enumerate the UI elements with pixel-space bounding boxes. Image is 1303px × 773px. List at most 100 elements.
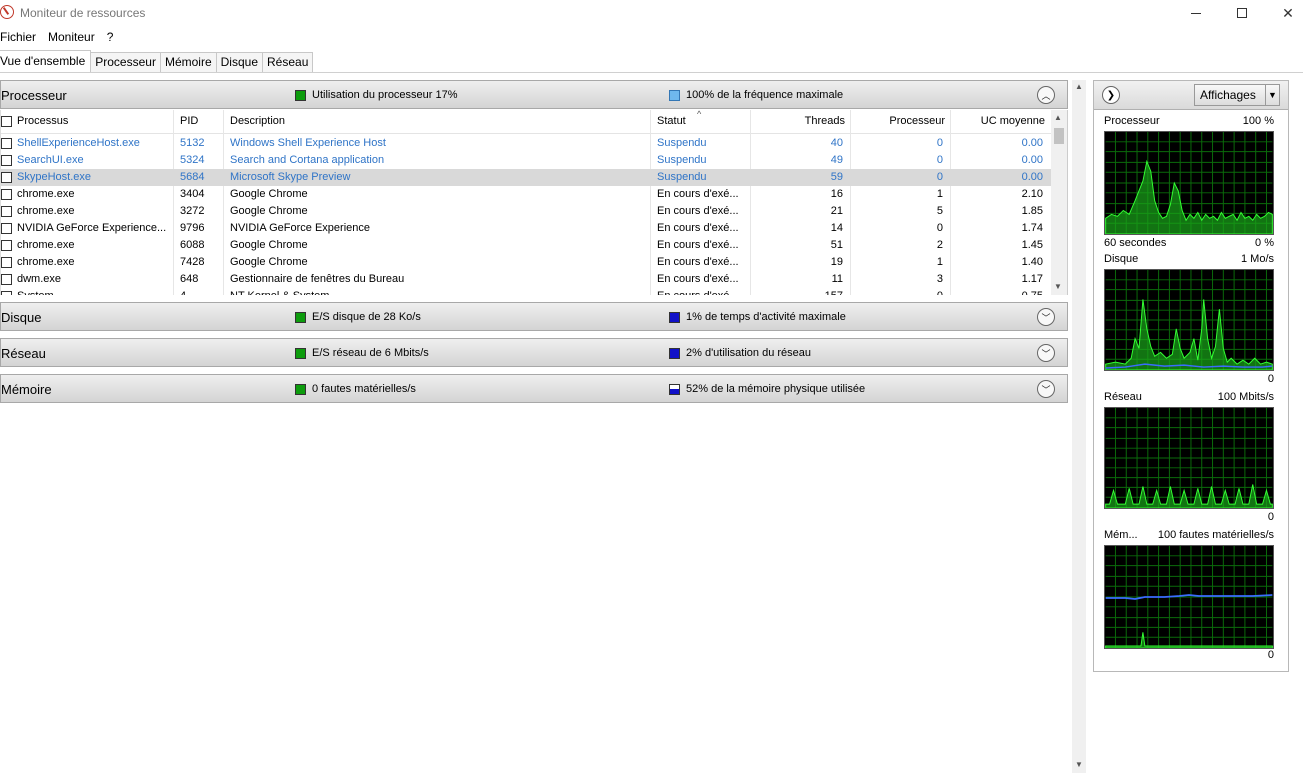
row-checkbox[interactable]: [1, 155, 12, 166]
cpu-graph-label: Processeur: [1104, 115, 1160, 127]
table-row[interactable]: chrome.exe 7428 Google Chrome En cours d'ex…: [1, 254, 1053, 271]
disk-graph-max: 1 Mo/s: [1240, 253, 1274, 265]
row-checkbox[interactable]: [1, 172, 12, 183]
row-checkbox[interactable]: [1, 223, 12, 234]
select-all-checkbox[interactable]: [1, 116, 12, 127]
scroll-up-icon[interactable]: ▲: [1054, 113, 1062, 122]
minimize-icon: [1191, 12, 1201, 14]
cell-threads: 21: [830, 205, 843, 217]
scrollbar-thumb[interactable]: [1054, 128, 1064, 144]
close-button[interactable]: ✕: [1265, 0, 1303, 26]
cpu-graph-max: 100 %: [1242, 115, 1274, 127]
close-icon: ✕: [1282, 4, 1294, 21]
cell-desc: Google Chrome: [230, 205, 308, 217]
tab-memory[interactable]: Mémoire: [160, 52, 217, 72]
table-row[interactable]: dwm.exe 648 Gestionnaire de fenêtres du Bu…: [1, 271, 1053, 288]
table-row[interactable]: SkypeHost.exe 5684 Microsoft Skype Preview…: [1, 169, 1053, 186]
tab-disk[interactable]: Disque: [216, 52, 263, 72]
cell-cpu: 0: [857, 290, 943, 295]
cell-name: chrome.exe: [17, 239, 75, 251]
overview-scrollbar[interactable]: ▲ ▼: [1072, 80, 1086, 773]
cell-name: dwm.exe: [17, 273, 62, 285]
menu-moniteur[interactable]: Moniteur: [48, 28, 101, 46]
disk-activity-indicator: 1% de temps d'activité maximale: [669, 311, 846, 323]
tab-divider: [0, 72, 1303, 73]
row-checkbox[interactable]: [1, 206, 12, 217]
row-checkbox[interactable]: [1, 189, 12, 200]
cell-name: ShellExperienceHost.exe: [17, 137, 140, 149]
graphs-toolbar: ❯ Affichages ▼: [1094, 81, 1288, 110]
cell-desc: Gestionnaire de fenêtres du Bureau: [230, 273, 405, 285]
cpu-section-header[interactable]: Processeur Utilisation du processeur 17%…: [0, 80, 1068, 109]
table-header: Processus PID Description ^ Statut Threa…: [1, 110, 1053, 134]
memory-graph: [1104, 545, 1274, 649]
scroll-up-icon[interactable]: ▲: [1075, 82, 1083, 91]
network-usage-text: 2% d'utilisation du réseau: [686, 347, 812, 359]
tab-processor[interactable]: Processeur: [91, 52, 161, 72]
col-statut[interactable]: Statut: [657, 115, 686, 127]
col-processeur[interactable]: Processeur: [855, 115, 945, 127]
disk-graph-block: Disque 1 Mo/s 0: [1104, 253, 1274, 387]
col-pid[interactable]: PID: [180, 115, 198, 127]
memory-section-header[interactable]: Mémoire 0 fautes matérielles/s 52% de la…: [0, 374, 1068, 403]
cell-desc: Google Chrome: [230, 256, 308, 268]
network-section-header[interactable]: Réseau E/S réseau de 6 Mbits/s 2% d'util…: [0, 338, 1068, 367]
tab-strip: Vue d'ensemble Processeur Mémoire Disque…: [0, 50, 314, 72]
menu-help[interactable]: ?: [107, 28, 120, 46]
cell-pid: 9796: [180, 222, 205, 234]
cell-threads: 157: [757, 290, 843, 295]
row-checkbox[interactable]: [1, 240, 12, 251]
cell-status: En cours d'exé...: [657, 273, 739, 285]
menu-fichier[interactable]: Fichier: [0, 28, 42, 46]
tab-overview[interactable]: Vue d'ensemble: [0, 50, 92, 72]
cpu-usage-indicator: Utilisation du processeur 17%: [295, 89, 458, 101]
cell-cpu: 0: [936, 171, 943, 183]
table-row[interactable]: NVIDIA GeForce Experience.... 9796 NVIDIA …: [1, 220, 1053, 237]
hard-faults-series: [1105, 632, 1273, 648]
disk-section-header[interactable]: Disque E/S disque de 28 Ko/s 1% de temps…: [0, 302, 1068, 331]
minimize-button[interactable]: [1173, 0, 1219, 26]
row-checkbox[interactable]: [1, 291, 12, 295]
cell-threads: 14: [830, 222, 843, 234]
col-processus[interactable]: Processus: [17, 115, 68, 127]
cell-cpu: 1: [936, 256, 943, 268]
disk-section-title: Disque: [1, 310, 42, 325]
row-checkbox[interactable]: [1, 257, 12, 268]
table-row[interactable]: System 4 NT Kernel & System En cours d'exé.…: [1, 288, 1053, 295]
table-row[interactable]: chrome.exe 6088 Google Chrome En cours d'ex…: [1, 237, 1053, 254]
collapse-chevron-up-icon[interactable]: ︿: [1037, 86, 1055, 104]
maximize-button[interactable]: [1219, 0, 1265, 26]
views-label: Affichages: [1200, 88, 1256, 102]
tab-network[interactable]: Réseau: [263, 52, 314, 72]
col-description[interactable]: Description: [230, 115, 285, 127]
scroll-down-icon[interactable]: ▼: [1075, 760, 1083, 769]
row-checkbox[interactable]: [1, 138, 12, 149]
table-row[interactable]: ShellExperienceHost.exe 5132 Windows Shell…: [1, 135, 1053, 152]
collapse-panel-chevron-icon[interactable]: ❯: [1102, 86, 1120, 104]
table-row[interactable]: chrome.exe 3272 Google Chrome En cours d'ex…: [1, 203, 1053, 220]
cell-threads: 59: [830, 171, 843, 183]
cell-desc: Search and Cortana application: [230, 154, 385, 166]
expand-chevron-down-icon[interactable]: ﹀: [1037, 308, 1055, 326]
memory-usage-indicator: 52% de la mémoire physique utilisée: [669, 383, 865, 395]
table-scrollbar[interactable]: ▲ ▼: [1051, 110, 1067, 295]
cell-avg: 0.00: [1021, 154, 1043, 166]
cell-status: En cours d'exé...: [657, 205, 739, 217]
col-uc-moyenne[interactable]: UC moyenne: [955, 115, 1045, 127]
expand-chevron-down-icon[interactable]: ﹀: [1037, 380, 1055, 398]
expand-chevron-down-icon[interactable]: ﹀: [1037, 344, 1055, 362]
cell-desc: Windows Shell Experience Host: [230, 137, 386, 149]
graphs-panel: ❯ Affichages ▼ Processeur 100 % 60 secon…: [1093, 80, 1289, 672]
col-threads[interactable]: Threads: [761, 115, 845, 127]
row-checkbox[interactable]: [1, 274, 12, 285]
views-dropdown[interactable]: Affichages ▼: [1194, 84, 1280, 106]
scroll-down-icon[interactable]: ▼: [1054, 282, 1062, 291]
table-row[interactable]: chrome.exe 3404 Google Chrome En cours d'ex…: [1, 186, 1053, 203]
cell-cpu: 0: [936, 154, 943, 166]
memory-graph-block: Mém... 100 fautes matérielles/s 0: [1104, 529, 1274, 665]
green-square-icon: [295, 89, 306, 101]
cpu-graph: [1104, 131, 1274, 235]
cpu-graph-timespan: 60 secondes: [1104, 237, 1167, 249]
network-io-indicator: E/S réseau de 6 Mbits/s: [295, 347, 429, 359]
table-row[interactable]: SearchUI.exe 5324 Search and Cortana appli…: [1, 152, 1053, 169]
